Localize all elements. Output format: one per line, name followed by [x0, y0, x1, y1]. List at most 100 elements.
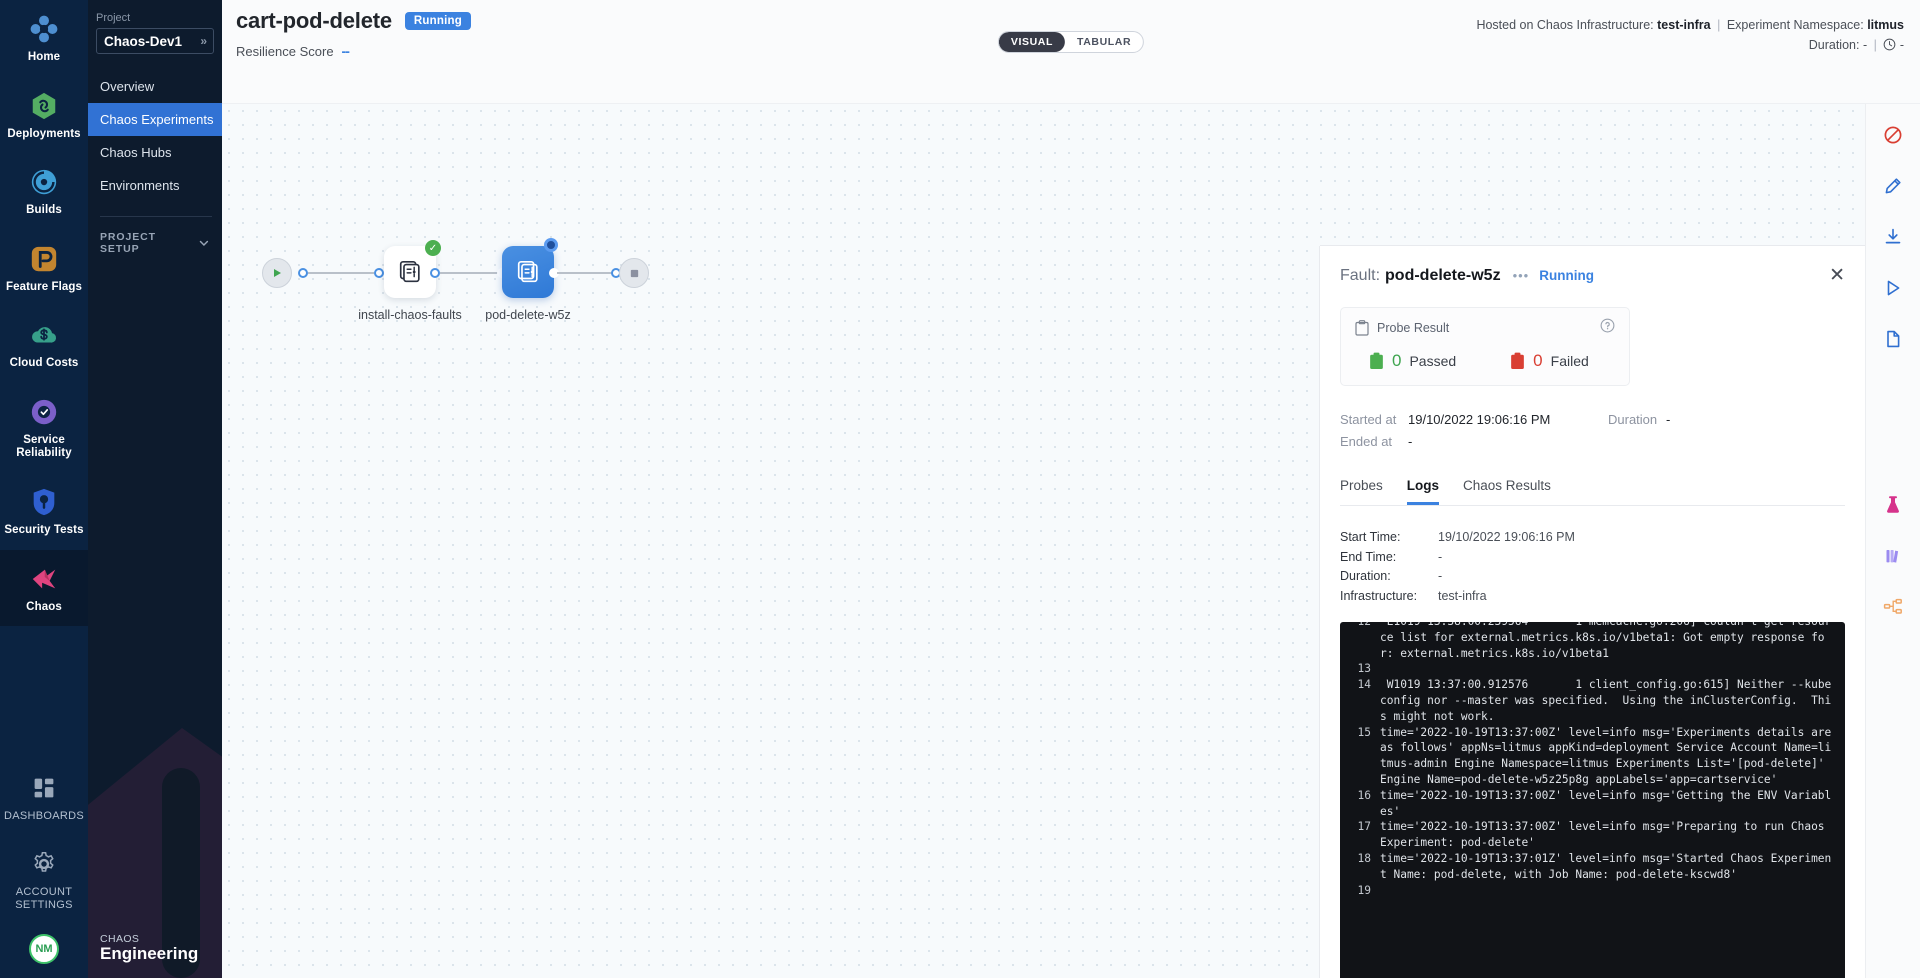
pipeline-end-node[interactable] [619, 258, 649, 288]
log-infrastructure-label: Infrastructure: [1340, 588, 1418, 603]
rail-label-feature-flags: Feature Flags [5, 280, 83, 293]
log-console-body[interactable]: 12 E1019 13:38:00.239564 1 memcache.go:2… [1340, 622, 1845, 970]
experiment-header: cart-pod-delete Running Resilience Score… [222, 0, 1920, 104]
install-output-port[interactable] [430, 268, 440, 278]
rail-label-builds: Builds [26, 204, 62, 217]
edit-button[interactable] [1880, 173, 1906, 199]
log-console[interactable]: 12 E1019 13:38:00.239564 1 memcache.go:2… [1340, 622, 1845, 978]
log-duration-value: - [1438, 569, 1443, 583]
experiment-button[interactable] [1880, 492, 1906, 518]
rail-item-deployments[interactable]: Deployments [0, 77, 88, 154]
rail-item-dashboards[interactable]: DASHBOARDS [0, 759, 88, 835]
clipboard-failed-icon [1511, 352, 1525, 369]
help-icon[interactable] [1600, 318, 1615, 338]
edge-start-to-install [308, 272, 374, 274]
log-line-text: time='2022-10-19T13:37:00Z' level=info m… [1380, 725, 1839, 786]
start-output-port[interactable] [298, 268, 308, 278]
library-button[interactable] [1880, 543, 1906, 569]
duration-value: - [1862, 38, 1868, 52]
progress-dots-icon: ••• [1512, 268, 1530, 283]
clock-value: - [1899, 38, 1904, 52]
rail-item-security-tests[interactable]: Security Tests [0, 473, 88, 550]
meta-separator-2: | [1873, 38, 1877, 52]
project-selector[interactable]: Chaos-Dev1 » [96, 28, 214, 54]
project-nav-list: Overview Chaos Experiments Chaos Hubs En… [88, 70, 222, 202]
pipeline-start-node[interactable] [262, 258, 292, 288]
log-line: 14 W1019 13:37:00.912576 1 client_config… [1340, 677, 1845, 724]
builds-icon [31, 169, 57, 195]
fault-times: Started at 19/10/2022 19:06:16 PM Durati… [1340, 408, 1845, 452]
module-rail: Home Deployments Builds Feature Flags Cl… [0, 0, 88, 978]
experiment-meta: Hosted on Chaos Infrastructure: test-inf… [1476, 15, 1904, 55]
probe-passed-label: Passed [1409, 353, 1457, 369]
avatar[interactable]: NM [29, 934, 59, 964]
rail-label-service-reliability: Service Reliability [16, 433, 72, 460]
sidebar-item-label: Chaos Experiments [100, 112, 214, 127]
deployments-icon [32, 92, 56, 119]
probe-passed: 0 Passed [1369, 351, 1456, 371]
sidebar-item-overview[interactable]: Overview [88, 70, 222, 103]
project-select-wrap: Chaos-Dev1 » [88, 28, 222, 54]
probe-result-title: Probe Result [1377, 321, 1450, 335]
tab-tabular[interactable]: TABULAR [1065, 32, 1143, 52]
sidebar-section-project-setup[interactable]: PROJECT SETUP [88, 217, 222, 255]
sidebar-item-chaos-hubs[interactable]: Chaos Hubs [88, 136, 222, 169]
log-line-number: 16 [1357, 788, 1371, 802]
pipeline-node-pod-delete-w5z[interactable] [502, 246, 554, 298]
sidebar-item-environments[interactable]: Environments [88, 169, 222, 202]
pipeline-node-label-pod-delete: pod-delete-w5z [485, 308, 571, 322]
log-line-number: 14 [1357, 678, 1371, 692]
home-diamond-icon [30, 15, 58, 43]
rail-item-home[interactable]: Home [0, 0, 88, 77]
stop-button[interactable] [1880, 122, 1906, 148]
duration-value: - [1666, 411, 1671, 427]
log-duration-label: Duration: [1340, 569, 1391, 583]
sidebar-item-chaos-experiments[interactable]: Chaos Experiments [88, 103, 222, 136]
rail-label-security-tests: Security Tests [4, 523, 84, 536]
brand-large-text: Engineering [100, 944, 199, 963]
log-line-text [1380, 883, 1845, 899]
avatar-initials: NM [35, 943, 53, 955]
tab-logs[interactable]: Logs [1406, 478, 1440, 505]
hosted-prefix: Hosted on Chaos Infrastructure: [1476, 18, 1654, 32]
log-line: 19 [1340, 883, 1845, 899]
rail-item-account-settings[interactable]: ACCOUNT SETTINGS [0, 835, 88, 924]
tab-probes[interactable]: Probes [1340, 478, 1383, 505]
log-start-time-label: Start Time: [1340, 530, 1401, 544]
install-input-port[interactable] [374, 268, 384, 278]
rail-item-builds[interactable]: Builds [0, 153, 88, 230]
download-button[interactable] [1880, 224, 1906, 250]
run-button[interactable] [1880, 275, 1906, 301]
rail-bottom: DASHBOARDS ACCOUNT SETTINGS NM [0, 759, 88, 978]
app-root: Home Deployments Builds Feature Flags Cl… [0, 0, 1920, 978]
feature-flags-icon [31, 246, 57, 271]
rail-item-chaos[interactable]: Chaos [0, 549, 88, 627]
nodes-icon [1883, 598, 1902, 614]
log-line-number: 19 [1357, 883, 1371, 897]
pipeline-canvas[interactable]: ✓ install-chaos-faults pod-delete-w5z Fa… [222, 104, 1920, 978]
chaos-icon [32, 569, 56, 588]
duration-label: Duration [1608, 411, 1658, 427]
tab-chaos-results[interactable]: Chaos Results [1463, 478, 1551, 505]
ended-at-value: - [1408, 433, 1413, 449]
log-start-time-value: 19/10/2022 19:06:16 PM [1438, 530, 1575, 544]
rail-item-cloud-costs[interactable]: Cloud Costs [0, 306, 88, 383]
rail-item-feature-flags[interactable]: Feature Flags [0, 230, 88, 307]
log-line-text: time='2022-10-19T13:37:01Z' level=info m… [1380, 851, 1832, 881]
rail-item-service-reliability[interactable]: Service Reliability [0, 383, 88, 473]
close-icon[interactable]: ✕ [1829, 266, 1845, 285]
log-meta-row: Infrastructure: test-infra [1340, 589, 1845, 609]
log-line: 16 time='2022-10-19T13:37:00Z' level=info… [1340, 788, 1845, 820]
resources-button[interactable] [1880, 594, 1906, 620]
ended-at-label: Ended at [1340, 433, 1393, 449]
log-line-text [1380, 661, 1845, 677]
clipboard-icon [1355, 320, 1369, 336]
document-button[interactable] [1880, 326, 1906, 352]
stop-circle-icon [1884, 126, 1902, 144]
clock-icon [1883, 38, 1896, 51]
view-mode-toggle[interactable]: VISUAL TABULAR [997, 31, 1145, 53]
probe-failed-count: 0 [1533, 351, 1543, 370]
sidebar-decoration [88, 728, 222, 978]
meta-line-2: Duration: - | - [1476, 35, 1904, 55]
tab-visual[interactable]: VISUAL [998, 32, 1065, 52]
